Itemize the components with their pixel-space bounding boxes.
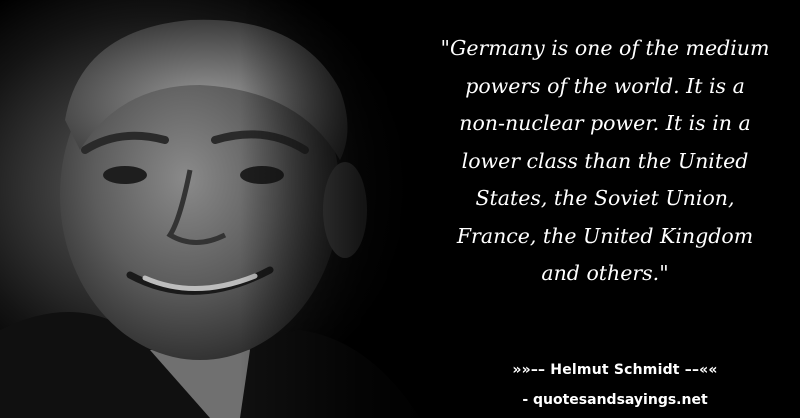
quote-line: France, the United Kingdom	[456, 223, 754, 248]
quote-author: »»–– Helmut Schmidt ––««	[512, 362, 718, 378]
portrait-photo	[0, 0, 440, 418]
source-credit: - quotesandsayings.net	[522, 392, 708, 408]
quote-text: "Germany is one of the medium powers of …	[410, 30, 800, 293]
quote-line: States, the Soviet Union,	[475, 186, 735, 210]
quote-line: non-nuclear power. It is in a	[459, 111, 751, 135]
quote-line: lower class than the United	[461, 148, 749, 173]
quote-line: powers of the world. It is a	[465, 73, 745, 98]
quote-line: and others."	[541, 261, 669, 285]
quote-line: "Germany is one of the medium	[440, 36, 770, 60]
